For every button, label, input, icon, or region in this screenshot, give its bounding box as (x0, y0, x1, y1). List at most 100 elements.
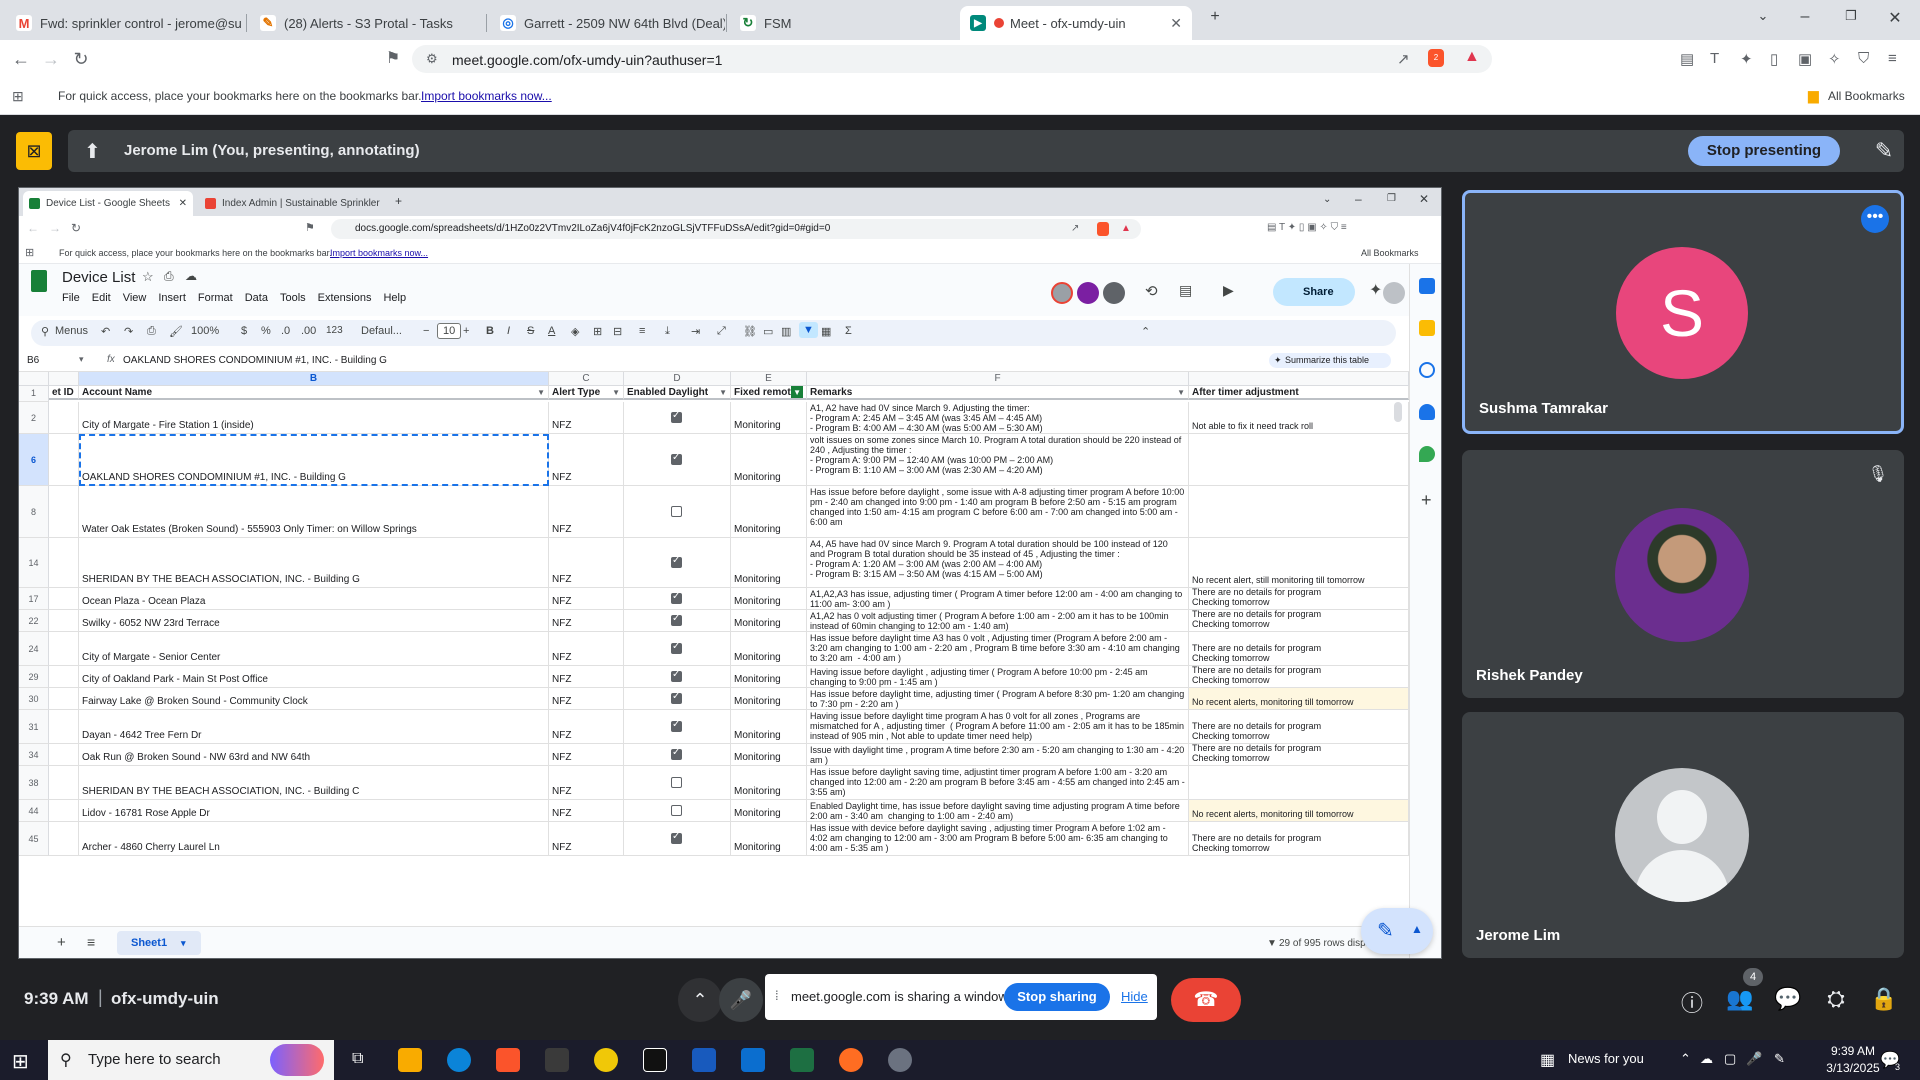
filter-views-icon[interactable]: ▦ (821, 325, 831, 338)
shared-tab-index[interactable]: Index Admin | Sustainable Sprinkler (199, 191, 389, 216)
share-button[interactable]: Share (1273, 278, 1355, 306)
extension-icons[interactable]: ▤ T ✦ ▯ ▣ ✧ ⛉ ≡ (1267, 222, 1347, 233)
cell-asset-id[interactable] (49, 666, 79, 688)
font-size-input[interactable]: 10 (437, 323, 462, 339)
pen-icon[interactable]: ✎ (1774, 1051, 1785, 1067)
restore-icon[interactable]: ❐ (1387, 193, 1396, 204)
restore-icon[interactable]: ❐ (1836, 8, 1866, 24)
cell-type[interactable]: NFZ (549, 434, 624, 486)
row-number[interactable]: 45 (19, 822, 49, 856)
apps-grid-icon[interactable]: ⊞ (25, 246, 34, 259)
cell-after-timer[interactable]: There are no details for program Checkin… (1189, 710, 1409, 744)
checkbox-checked[interactable] (671, 410, 682, 423)
filter-icon[interactable]: ▼ (537, 386, 545, 398)
forward-icon[interactable]: → (49, 221, 61, 235)
vpn-icon[interactable]: ⛉ (1858, 50, 1869, 67)
rotate-icon[interactable]: ⤢ (717, 325, 726, 338)
cell-asset-id[interactable] (49, 710, 79, 744)
tab-search-icon[interactable]: ⌄ (1748, 8, 1778, 24)
cell-fixed[interactable]: Monitoring (731, 666, 807, 688)
menu-extensions[interactable]: Extensions (318, 292, 372, 304)
cell-enabled-daylight[interactable] (624, 632, 731, 666)
cell-account[interactable]: City of Oakland Park - Main St Post Offi… (79, 666, 549, 688)
cell-remarks[interactable]: Has issue before before daylight , some … (807, 486, 1189, 538)
cell-enabled-daylight[interactable] (624, 434, 731, 486)
cell-type[interactable]: NFZ (549, 402, 624, 434)
cell-enabled-daylight[interactable] (624, 486, 731, 538)
cell-type[interactable]: NFZ (549, 688, 624, 710)
cell-type[interactable]: NFZ (549, 610, 624, 632)
word-icon[interactable] (692, 1048, 716, 1072)
chevron-down-icon[interactable]: ▾ (181, 931, 186, 955)
chat-icon[interactable]: 💬 (1773, 986, 1803, 1012)
browser-tab-garrett[interactable]: ◎ Garrett - 2509 NW 64th Blvd (Deal) (490, 6, 725, 40)
cell-after-timer[interactable]: There are no details for program Checkin… (1189, 610, 1409, 632)
address-bar[interactable]: ⚙ meet.google.com/ofx-umdy-uin?authuser=… (412, 45, 1492, 73)
share-icon[interactable]: ↗ (1397, 50, 1410, 68)
row-number[interactable]: 17 (19, 588, 49, 610)
meet-video-icon[interactable]: ▶ (1223, 282, 1234, 299)
cell-enabled-daylight[interactable] (624, 688, 731, 710)
menu-format[interactable]: Format (198, 292, 233, 304)
brave-shields-icon[interactable]: 2 (1428, 49, 1444, 67)
cell-remarks[interactable]: Issue with daylight time , program A tim… (807, 744, 1189, 766)
cell-type[interactable]: NFZ (549, 766, 624, 800)
menu-tools[interactable]: Tools (280, 292, 306, 304)
all-sheets-icon[interactable]: ≡ (87, 934, 95, 950)
number-format-button[interactable]: 123 (326, 325, 343, 336)
select-all-corner[interactable] (19, 372, 49, 386)
cell-asset-id[interactable] (49, 744, 79, 766)
task-view-icon[interactable]: ⧉ (352, 1050, 363, 1068)
clock-time[interactable]: 9:39 AM (1818, 1044, 1888, 1058)
mic-tray-icon[interactable]: 🎤 (1746, 1051, 1762, 1067)
cell-asset-id[interactable] (49, 632, 79, 666)
percent-button[interactable]: % (261, 325, 271, 337)
cell-type[interactable]: NFZ (549, 666, 624, 688)
cell-fixed[interactable]: Monitoring (731, 766, 807, 800)
keep-icon[interactable] (1419, 320, 1435, 336)
row-number[interactable]: 24 (19, 632, 49, 666)
share-icon[interactable]: ↗ (1071, 219, 1079, 239)
cell-after-timer[interactable] (1189, 766, 1409, 800)
back-icon[interactable]: ← (10, 49, 32, 69)
calendar-icon[interactable] (1419, 278, 1435, 294)
vertical-align-icon[interactable]: ⤓ (665, 325, 670, 338)
activities-icon[interactable]: ⛭ (1821, 986, 1851, 1012)
font-select[interactable]: Defaul... (361, 325, 402, 337)
app-icon[interactable] (545, 1048, 569, 1072)
checkbox-checked[interactable] (671, 719, 682, 732)
clock-date[interactable]: 3/13/2025 (1818, 1061, 1888, 1075)
cell-account[interactable]: City of Margate - Fire Station 1 (inside… (79, 402, 549, 434)
edge-icon[interactable] (447, 1048, 471, 1072)
cell-account[interactable]: Archer - 4860 Cherry Laurel Ln (79, 822, 549, 856)
cell-enabled-daylight[interactable] (624, 610, 731, 632)
checkbox-checked[interactable] (671, 669, 682, 682)
new-tab-icon[interactable]: + (1200, 8, 1230, 26)
close-window-icon[interactable]: ✕ (1880, 8, 1910, 28)
checkbox-checked[interactable] (671, 452, 682, 465)
cell-asset-id[interactable] (49, 822, 79, 856)
row-number[interactable]: 44 (19, 800, 49, 822)
merge-icon[interactable]: ⊟ (613, 325, 622, 338)
cell-type[interactable]: NFZ (549, 744, 624, 766)
close-tab-icon[interactable]: ✕ (1170, 15, 1182, 32)
collapse-toolbar-icon[interactable]: ⌃ (1141, 325, 1150, 338)
mic-button[interactable]: 🎤 (719, 978, 763, 1022)
host-controls-icon[interactable]: 🔒 (1869, 986, 1899, 1012)
increase-decimal-button[interactable]: .00 (301, 325, 316, 337)
row-number[interactable]: 34 (19, 744, 49, 766)
stop-annotation-icon[interactable]: ⊠ (16, 132, 52, 170)
cell-account[interactable]: Swilky - 6052 NW 23rd Terrace (79, 610, 549, 632)
chevron-down-icon[interactable]: ▾ (79, 354, 84, 365)
vertical-scrollbar[interactable] (1394, 402, 1402, 422)
cell-fixed[interactable]: Monitoring (731, 688, 807, 710)
cell-after-timer[interactable]: No recent alerts, monitoring till tomorr… (1189, 688, 1409, 710)
cell-asset-id[interactable] (49, 688, 79, 710)
participant-tile-rishek[interactable]: 🎙 Rishek Pandey (1462, 450, 1904, 698)
print-icon[interactable]: ⎙ (147, 325, 156, 338)
wallet-icon[interactable]: ▣ (1798, 50, 1812, 68)
cell-fixed[interactable]: Monitoring (731, 486, 807, 538)
cell-type[interactable]: NFZ (549, 632, 624, 666)
annotation-toolbar[interactable]: ✎ ▲ (1361, 908, 1433, 954)
column-header-c[interactable]: C (549, 372, 624, 386)
